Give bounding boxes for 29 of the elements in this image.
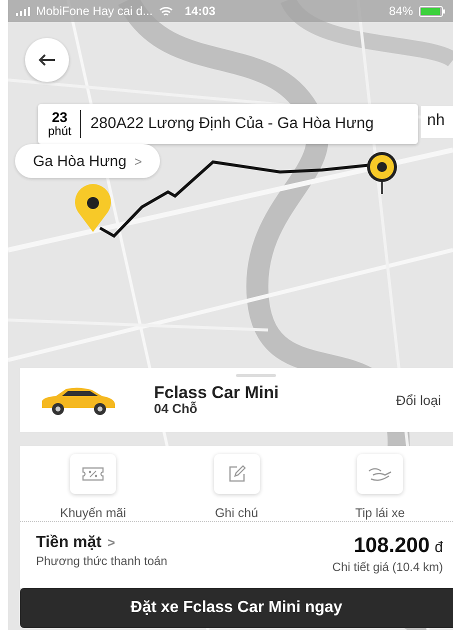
battery-icon	[419, 6, 445, 16]
wifi-icon	[158, 6, 173, 16]
trip-address: 280A22 Lương Định Của - Ga Hòa Hưng	[90, 115, 374, 133]
pickup-pin-icon	[75, 184, 111, 232]
destination-pin-icon	[367, 152, 397, 194]
book-button[interactable]: Đặt xe Fclass Car Mini ngay	[20, 588, 453, 628]
option-button[interactable]: Khuyến mãi	[38, 454, 148, 521]
coupon-icon	[81, 466, 105, 482]
option-button[interactable]: Ghi chú	[182, 454, 292, 521]
edit-icon	[226, 464, 246, 484]
clock-time: 14:03	[184, 4, 216, 18]
fare-amount: 108.200	[354, 534, 430, 558]
carrier-name: MobiFone Hay cai d...	[36, 4, 153, 18]
signal-icon	[16, 6, 30, 16]
route-callout: nh	[421, 106, 453, 138]
currency-symbol: đ	[434, 539, 443, 556]
trip-minutes: 23	[52, 110, 68, 126]
payment-caption: Phương thức thanh toán	[36, 554, 168, 568]
option-button[interactable]: Tip lái xe	[325, 454, 435, 521]
fare-detail-link[interactable]: Chi tiết giá (10.4 km)	[332, 560, 443, 574]
minutes-unit: phút	[48, 125, 72, 138]
battery-percent: 84%	[388, 4, 413, 18]
hands-icon	[367, 465, 393, 483]
back-arrow-icon	[38, 54, 56, 66]
change-vehicle-link[interactable]: Đổi loại	[396, 392, 441, 408]
pickup-label[interactable]: Ga Hòa Hưng >	[15, 144, 160, 178]
seat-count: 04 Chỗ	[154, 402, 198, 418]
payment-method[interactable]: Tiền mặt >	[36, 534, 168, 552]
vehicle-name: Fclass Car Mini	[154, 382, 279, 402]
